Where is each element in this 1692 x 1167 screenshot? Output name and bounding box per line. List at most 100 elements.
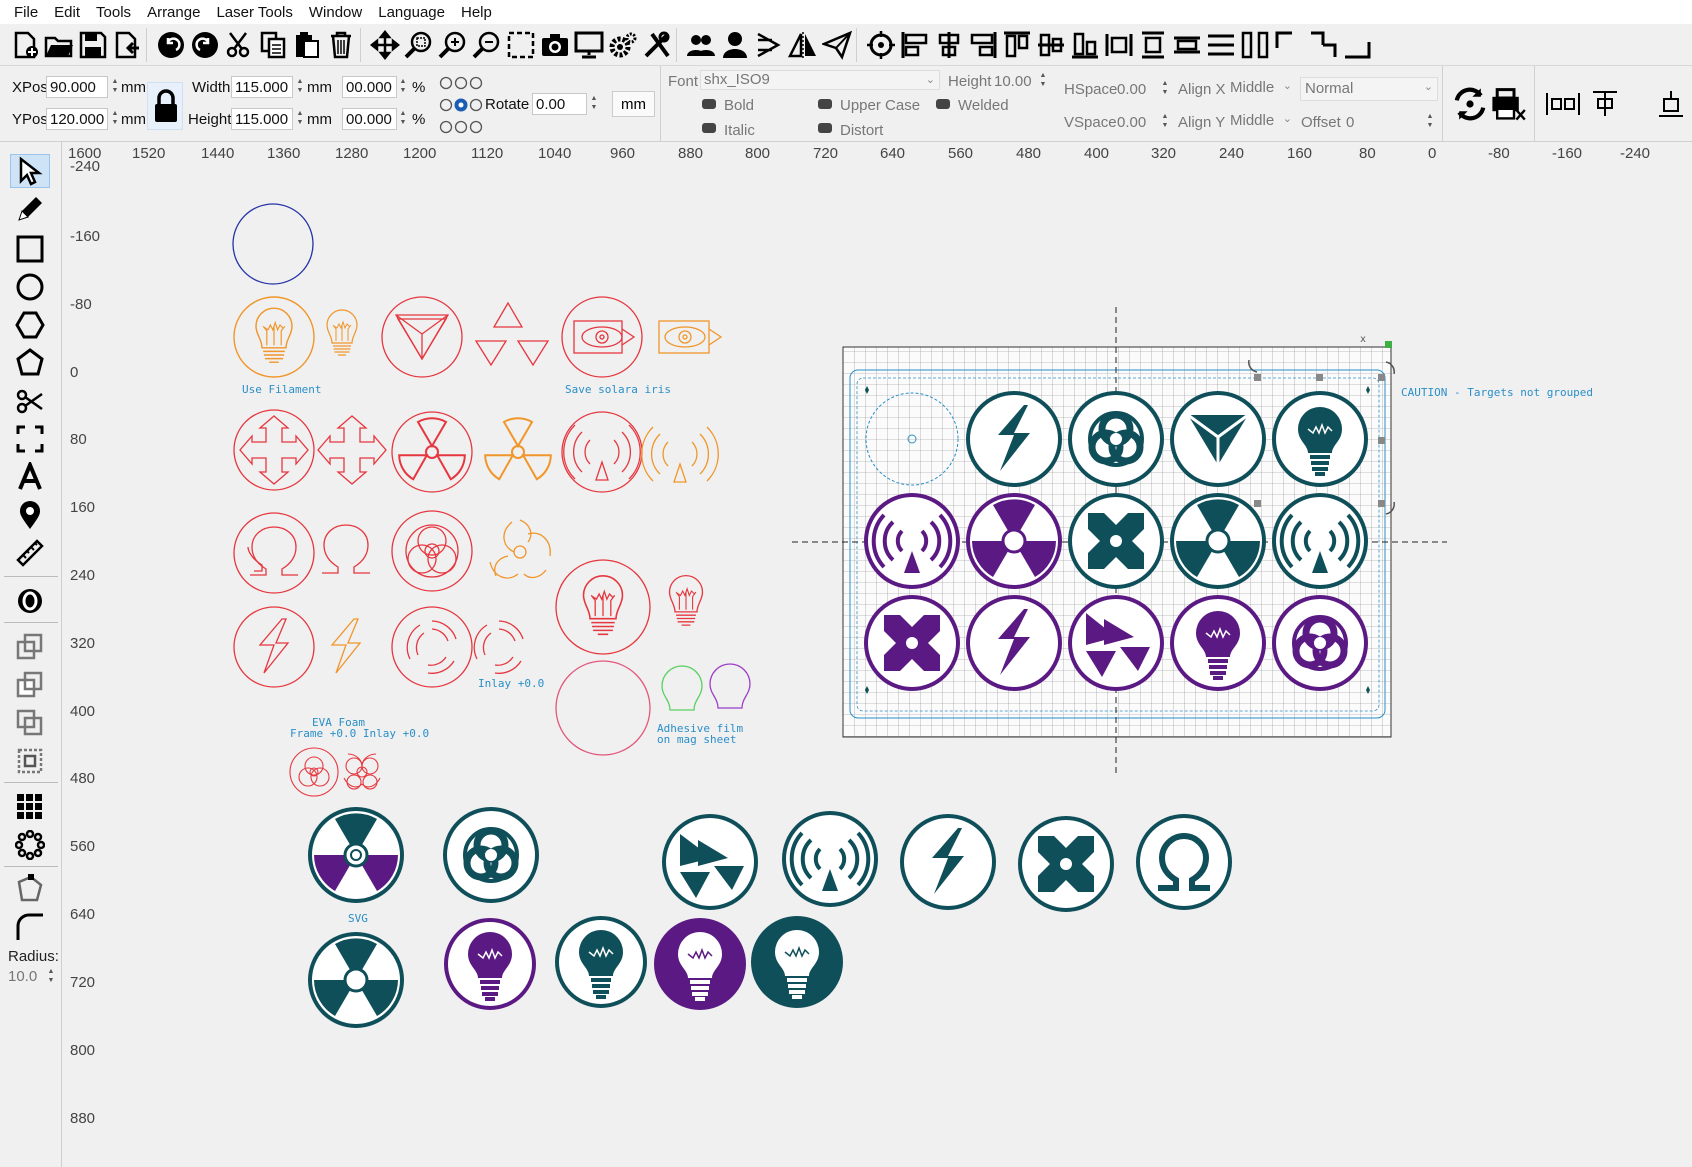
boolean-subtract-icon[interactable] [10,668,50,702]
offset-spinner[interactable]: ▲ ▼ [1425,112,1435,132]
grid-bulb-teal[interactable] [1272,391,1368,487]
eye-circle[interactable] [561,296,643,378]
text-icon[interactable] [10,460,50,494]
lightning-teal-badge[interactable] [900,814,996,910]
menu-help[interactable]: Help [453,4,500,21]
menu-window[interactable]: Window [301,4,370,21]
refresh-icon[interactable] [1452,86,1488,122]
paste-icon[interactable] [290,27,324,63]
scale-height-field[interactable] [342,108,397,130]
hspace-spinner[interactable]: ▲ ▼ [1160,79,1170,99]
selected-group[interactable]: x CAUTION - Targets not grouped [792,307,1593,774]
align-right-icon[interactable] [966,27,1000,63]
node-edit-icon[interactable] [10,872,50,906]
reference-circle[interactable] [232,203,314,285]
flip-icon[interactable] [752,27,786,63]
weld-icon[interactable] [10,744,50,778]
scissors-icon[interactable] [10,384,50,418]
lightning-circle[interactable] [233,606,315,688]
bulb-outline-small[interactable] [327,310,357,355]
bold-checkbox[interactable] [702,99,716,109]
grid-lightning-purple[interactable] [966,595,1062,691]
triangle-trefoil[interactable] [474,301,550,367]
rotate-spinner[interactable]: ▲ ▼ [589,94,599,114]
import-icon[interactable] [110,27,144,63]
blank-circle-red[interactable] [555,660,651,756]
lightning-outline[interactable] [330,618,362,674]
bulb-teal-filled[interactable] [751,916,843,1008]
circular-array-icon[interactable] [10,828,50,862]
text-mode-select[interactable]: Normal ⌄ [1300,77,1438,101]
save-icon[interactable] [76,27,110,63]
hexagon-icon[interactable] [10,308,50,342]
cross-teal-badge[interactable] [1018,816,1114,912]
bulb-purple-filled[interactable] [654,918,746,1010]
bulb-purple-badge[interactable] [444,918,536,1010]
position-pin-icon[interactable] [10,498,50,532]
pencil-icon[interactable] [10,192,50,226]
radiation-outline[interactable] [485,418,551,479]
cross-arrows-circle[interactable] [233,409,315,491]
align-bottom-icon[interactable] [1068,27,1102,63]
menu-language[interactable]: Language [370,4,453,21]
vspace-spinner[interactable]: ▲ ▼ [1160,112,1170,132]
corner-icon[interactable] [1272,27,1306,63]
grid-triangles-purple[interactable] [1068,595,1164,691]
height-field[interactable] [231,108,293,130]
text-height-field[interactable]: 10.00 [994,73,1032,90]
copy-icon[interactable] [256,27,290,63]
biohazard-circle[interactable] [391,510,473,592]
scale-width-spinner[interactable]: ▲ ▼ [398,77,408,97]
align-center-icon[interactable] [932,27,966,63]
align-top-icon[interactable] [1000,27,1034,63]
svg-radiation-purple[interactable] [308,807,404,903]
undo-icon[interactable] [154,27,188,63]
lock-aspect-button[interactable] [147,82,183,130]
measure-icon[interactable] [10,536,50,570]
mirror-icon[interactable] [786,27,820,63]
dock-left-icon[interactable] [1544,88,1582,120]
monitor-icon[interactable] [572,27,606,63]
tools-icon[interactable] [640,27,674,63]
zoom-in-icon[interactable] [436,27,470,63]
dock-icon[interactable] [1170,27,1204,63]
grid-biohazard-teal[interactable] [1068,391,1164,487]
radius-spinner[interactable]: ▲ ▼ [46,967,56,987]
xpos-spinner[interactable]: ▲ ▼ [110,77,120,97]
bulb-silhouette-lavender[interactable] [709,663,751,709]
wireless-circle[interactable] [561,411,643,493]
omega-circle[interactable] [233,512,315,594]
menu-laser-tools[interactable]: Laser Tools [208,4,300,21]
menu-file[interactable]: File [6,4,46,21]
user-icon[interactable] [718,27,752,63]
menu-arrange[interactable]: Arrange [139,4,208,21]
offset-field[interactable]: 0 [1346,114,1354,131]
eva-biohazard[interactable] [289,747,339,797]
scale-height-spinner[interactable]: ▲ ▼ [398,109,408,129]
width-field[interactable] [231,76,293,98]
boolean-intersect-icon[interactable] [10,706,50,740]
bulb-circle-red[interactable] [555,559,651,655]
swirl-circle[interactable] [391,606,473,688]
biohazard-outline[interactable] [489,519,551,579]
align-y-select[interactable]: Middle ⌄ [1226,110,1296,134]
upper-case-checkbox[interactable] [818,99,832,109]
grid-radiation-teal[interactable] [1170,493,1266,589]
italic-checkbox[interactable] [702,123,716,133]
offset-icon[interactable] [10,584,50,618]
boolean-union-icon[interactable] [10,630,50,664]
hspace-field[interactable]: 0.00 [1117,81,1146,98]
corner-radius-icon[interactable] [10,910,50,944]
corner-3-icon[interactable] [1340,27,1374,63]
omega-teal-badge[interactable] [1136,814,1232,910]
distort-checkbox[interactable] [818,123,832,133]
grid-cross-purple[interactable] [864,595,960,691]
grid-array-icon[interactable] [10,790,50,824]
unit-toggle-button[interactable]: mm [612,91,655,117]
settings-icon[interactable] [606,27,640,63]
spread-icon[interactable] [1238,27,1272,63]
polygon-icon[interactable] [10,346,50,380]
width-spinner[interactable]: ▲ ▼ [295,77,305,97]
select-arrow-icon[interactable] [10,154,50,188]
biohazard-teal-badge[interactable] [443,807,539,903]
